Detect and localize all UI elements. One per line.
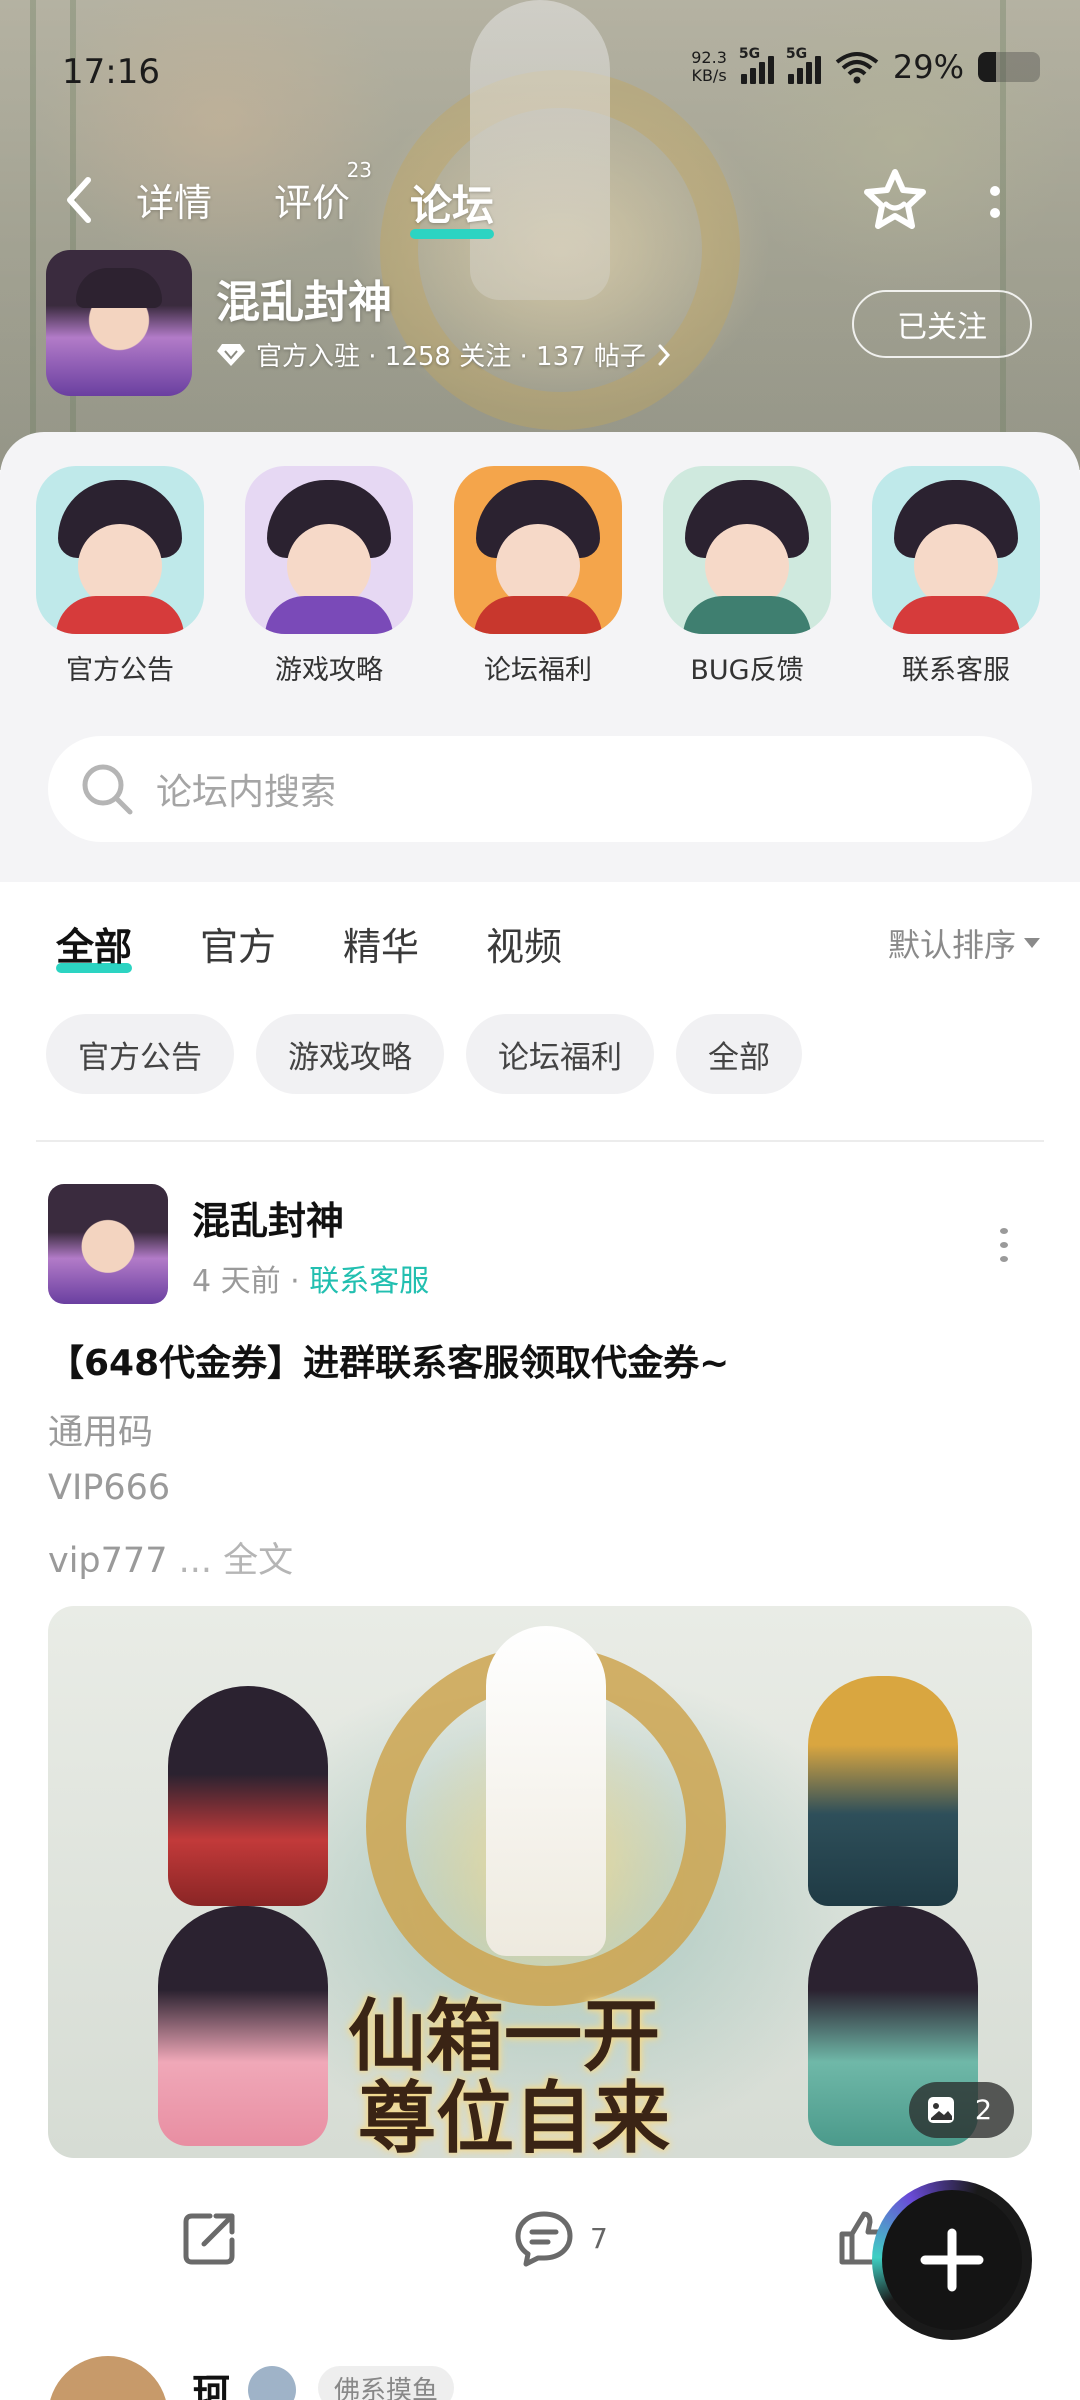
chip-all[interactable]: 全部	[676, 1014, 802, 1094]
chip-official-notice[interactable]: 官方公告	[46, 1014, 234, 1094]
status-time: 17:16	[62, 52, 160, 92]
chip-game-guide[interactable]: 游戏攻略	[256, 1014, 444, 1094]
category-icon	[36, 466, 204, 634]
category-icon	[245, 466, 413, 634]
chevron-right-icon	[658, 344, 670, 365]
image-caption: 仙箱一开 尊位自来	[348, 1991, 671, 2159]
next-post-author[interactable]: 珂	[192, 2362, 230, 2400]
category-icon	[454, 466, 622, 634]
follow-button[interactable]: 已关注	[852, 290, 1032, 358]
category-game-guide[interactable]: 游戏攻略	[229, 466, 429, 687]
post-category-link[interactable]: 联系客服	[309, 1264, 429, 1299]
comment-count: 7	[590, 2221, 608, 2255]
new-post-fab[interactable]	[872, 2180, 1032, 2340]
image-count-badge: 2	[908, 2082, 1014, 2138]
share-button[interactable]	[180, 2208, 240, 2268]
next-post-avatar[interactable]	[48, 2356, 168, 2400]
chip-forum-welfare[interactable]: 论坛福利	[466, 1014, 654, 1094]
caret-down-icon	[1024, 938, 1040, 948]
post-author-avatar[interactable]	[48, 1184, 168, 1304]
post-meta: 4 天前 · 联系客服	[192, 1264, 430, 1299]
signal-icon: 5G	[786, 46, 821, 84]
category-icon	[663, 466, 831, 634]
divider	[36, 1140, 1044, 1142]
game-avatar[interactable]	[46, 250, 192, 396]
filter-tab-video[interactable]: 视频	[486, 916, 562, 971]
category-forum-welfare[interactable]: 论坛福利	[438, 466, 638, 687]
sort-dropdown[interactable]: 默认排序	[888, 920, 1040, 966]
game-meta[interactable]: 官方入驻 · 1258 关注 · 137 帖子	[216, 336, 672, 373]
filter-tab-featured[interactable]: 精华	[343, 916, 419, 971]
comment-icon	[515, 2211, 573, 2267]
category-contact-support[interactable]: 联系客服	[856, 466, 1056, 687]
signal-icon: 5G	[739, 46, 774, 84]
back-button[interactable]	[52, 172, 106, 228]
battery-icon	[978, 52, 1040, 82]
filter-tab-official[interactable]: 官方	[200, 916, 276, 971]
status-bar: 17:16 92.3 KB/s 5G 5G 29%	[0, 40, 1080, 106]
diamond-icon	[217, 343, 245, 366]
tab-reviews[interactable]: 评价 23	[274, 158, 372, 227]
filter-tab-all[interactable]: 全部	[56, 916, 133, 973]
more-menu-button[interactable]	[980, 172, 1010, 232]
post-body-line: vip777 ... 全文	[48, 1541, 294, 1581]
category-official-notice[interactable]: 官方公告	[20, 466, 220, 687]
post-body-line: 通用码	[48, 1413, 154, 1453]
user-tag: 佛系摸鱼	[318, 2366, 455, 2400]
post-image[interactable]: 仙箱一开 尊位自来 2	[48, 1606, 1032, 2158]
game-title: 混乱封神	[216, 277, 392, 328]
category-bug-report[interactable]: BUG反馈	[647, 466, 847, 687]
read-more-link[interactable]: 全文	[223, 1541, 293, 1581]
post-more-button[interactable]	[994, 1228, 1014, 1262]
network-speed: 92.3 KB/s	[691, 48, 727, 85]
battery-percent: 29%	[892, 48, 964, 86]
tab-details[interactable]: 详情	[136, 172, 212, 227]
post-author-name[interactable]: 混乱封神	[192, 1190, 344, 1245]
chevron-left-icon	[67, 177, 91, 223]
search-placeholder: 论坛内搜索	[156, 772, 337, 813]
search-icon	[82, 764, 133, 815]
image-icon	[927, 2097, 954, 2123]
favorite-star-icon[interactable]	[858, 164, 932, 238]
category-shortcuts: 官方公告 游戏攻略 论坛福利 BUG反馈 联系客服	[0, 466, 1080, 706]
forum-panel: 官方公告 游戏攻略 论坛福利 BUG反馈 联系客服 论坛内搜索	[0, 432, 1080, 882]
share-icon	[183, 2213, 235, 2265]
category-chips: 官方公告 游戏攻略 论坛福利 全部	[46, 1014, 802, 1094]
search-input[interactable]: 论坛内搜索	[48, 736, 1032, 842]
top-nav: 详情 评价 23 论坛	[0, 158, 1080, 240]
post-body-line: VIP666	[48, 1468, 171, 1508]
tab-forum[interactable]: 论坛	[410, 172, 495, 239]
category-icon	[872, 466, 1040, 634]
comment-button[interactable]: 7	[512, 2208, 608, 2268]
filter-tabs: 全部 官方 精华 视频 默认排序	[0, 880, 1080, 1000]
plus-icon	[920, 2228, 984, 2292]
user-level-badge	[248, 2366, 296, 2400]
post-title[interactable]: 【648代金券】进群联系客服领取代金券~	[48, 1334, 729, 1386]
wifi-icon	[835, 52, 879, 84]
review-count-badge: 23	[346, 158, 373, 182]
